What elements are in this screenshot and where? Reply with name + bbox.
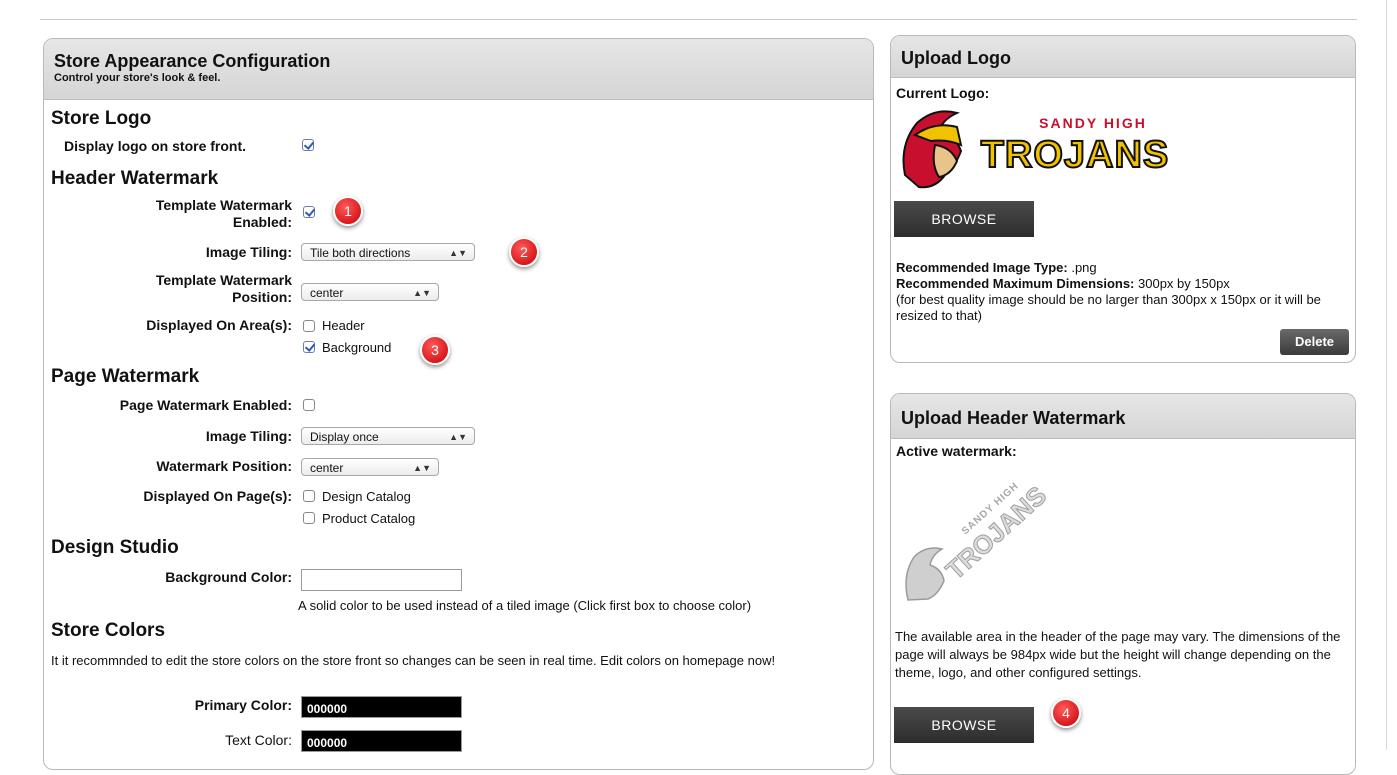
logo-text-top: SANDY HIGH	[1039, 115, 1147, 131]
page-design-catalog-checkbox[interactable]	[303, 490, 315, 502]
page-product-catalog-label: Product Catalog	[322, 511, 416, 526]
logo-browse-button[interactable]: BROWSE	[894, 201, 1034, 237]
page-watermark-enabled-label: Page Watermark Enabled:	[119, 397, 292, 413]
background-color-help: A solid color to be used instead of a ti…	[298, 598, 752, 613]
select-arrows-icon: ▲▼	[413, 288, 431, 298]
logo-delete-button[interactable]: Delete	[1280, 329, 1349, 355]
upload-header-watermark-title: Upload Header Watermark	[901, 408, 1126, 428]
page-product-catalog-checkbox[interactable]	[303, 512, 315, 524]
store-colors-note: It it recommnded to edit the store color…	[51, 653, 776, 668]
logo-size-note: (for best quality image should be no lar…	[896, 292, 1321, 323]
label-line: Enabled:	[232, 214, 292, 230]
page-watermark-heading: Page Watermark	[51, 366, 200, 387]
callout-badge-2: 2	[509, 237, 539, 267]
current-logo-image: SANDY HIGH TROJANS	[895, 105, 1195, 193]
area-background-checkbox[interactable]	[303, 341, 315, 353]
callout-badge-4: 4	[1051, 698, 1081, 728]
page-watermark-enabled-checkbox[interactable]	[303, 399, 315, 411]
select-arrows-icon: ▲▼	[413, 463, 431, 473]
background-color-label: Background Color:	[165, 569, 292, 585]
watermark-position-label: Watermark Position:	[156, 458, 292, 474]
recommended-type-value: .png	[1071, 260, 1097, 275]
callout-badge-3: 3	[420, 335, 450, 365]
panel-title: Store Appearance Configuration	[54, 51, 331, 71]
label-line: Template Watermark	[155, 272, 292, 288]
select-value: center	[310, 461, 344, 475]
upload-logo-title: Upload Logo	[901, 48, 1011, 68]
recommended-dims-line: Recommended Maximum Dimensions: 300px by…	[896, 276, 1230, 291]
label-line: Position:	[232, 289, 292, 305]
recommended-dims-label: Recommended Maximum Dimensions:	[896, 276, 1135, 291]
active-watermark-label: Active watermark:	[896, 443, 1017, 459]
select-arrows-icon: ▲▼	[449, 432, 467, 442]
watermark-position-select[interactable]: center ▲▼	[301, 458, 439, 476]
primary-color-input[interactable]: 000000	[301, 696, 462, 718]
displayed-on-areas-label: Displayed On Area(s):	[146, 317, 292, 333]
recommended-type-label: Recommended Image Type:	[896, 260, 1068, 275]
store-appearance-header: Store Appearance Configuration Control y…	[44, 39, 873, 100]
label-line: Template Watermark	[155, 197, 292, 213]
callout-badge-1: 1	[333, 196, 363, 226]
trojan-logo-graphic: SANDY HIGH TROJANS	[902, 110, 1170, 189]
top-divider	[40, 19, 1357, 20]
current-logo-label: Current Logo:	[896, 85, 990, 101]
watermark-description: The available area in the header of the …	[895, 629, 1341, 680]
design-studio-heading: Design Studio	[51, 537, 179, 558]
panel-subtitle: Control your store's look & feel.	[54, 72, 221, 84]
text-color-label: Text Color:	[225, 732, 292, 748]
area-background-label: Background	[322, 340, 392, 355]
store-logo-heading: Store Logo	[51, 108, 152, 129]
displayed-on-pages-label: Displayed On Page(s):	[143, 488, 292, 504]
primary-color-label: Primary Color:	[194, 697, 292, 713]
text-color-input[interactable]: 000000	[301, 730, 462, 752]
watermark-graphic: SANDY HIGH TROJANS	[905, 480, 1053, 601]
store-colors-heading: Store Colors	[51, 620, 166, 641]
upload-header-watermark-header: Upload Header Watermark	[891, 394, 1355, 439]
area-header-checkbox[interactable]	[303, 320, 315, 332]
page-image-tiling-select[interactable]: Display once ▲▼	[301, 427, 475, 445]
template-watermark-position-label: Template Watermark Position:	[100, 272, 292, 306]
recommended-type-line: Recommended Image Type: .png	[896, 260, 1097, 275]
header-image-tiling-select[interactable]: Tile both directions ▲▼	[301, 243, 475, 261]
area-header-label: Header	[322, 318, 365, 333]
header-image-tiling-label: Image Tiling:	[205, 244, 292, 260]
display-logo-label: Display logo on store front.	[64, 138, 247, 154]
recommended-dims-value: 300px by 150px	[1138, 276, 1230, 291]
page-image-tiling-label: Image Tiling:	[205, 428, 292, 444]
template-watermark-position-select[interactable]: center ▲▼	[301, 283, 439, 301]
active-watermark-image: SANDY HIGH TROJANS	[898, 465, 1068, 615]
select-arrows-icon: ▲▼	[449, 248, 467, 258]
header-watermark-heading: Header Watermark	[51, 168, 219, 189]
display-logo-checkbox[interactable]	[302, 139, 314, 151]
select-value: Display once	[310, 430, 379, 444]
logo-text-main: TROJANS	[981, 134, 1170, 176]
template-watermark-enabled-checkbox[interactable]	[303, 206, 315, 218]
watermark-browse-button[interactable]: BROWSE	[894, 707, 1034, 743]
right-edge-divider	[1386, 0, 1387, 750]
background-color-input[interactable]	[301, 569, 462, 591]
upload-logo-header: Upload Logo	[891, 36, 1355, 78]
template-watermark-enabled-label: Template Watermark Enabled:	[100, 197, 292, 231]
page-design-catalog-label: Design Catalog	[322, 489, 411, 504]
select-value: Tile both directions	[310, 246, 411, 260]
select-value: center	[310, 286, 344, 300]
